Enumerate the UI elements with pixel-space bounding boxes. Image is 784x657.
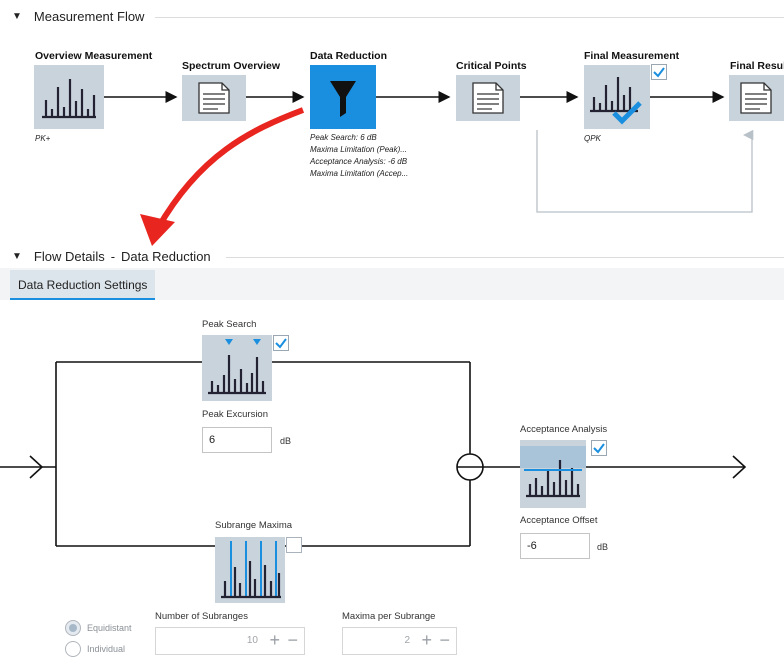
subrange-maxima-label: Subrange Maxima	[215, 520, 293, 531]
checkmark-icon	[593, 443, 605, 454]
acceptance-analysis-tile[interactable]	[520, 440, 586, 508]
radio-button-icon	[65, 620, 81, 636]
flow-details-header[interactable]: ▼ Flow Details - Data Reduction	[12, 249, 211, 264]
node-title-results: Final Results	[730, 60, 784, 72]
document-icon	[198, 82, 230, 114]
spectrum-bars-icon	[42, 79, 96, 119]
radio-equidistant[interactable]: Equidistant	[65, 620, 132, 636]
subrange-maxima-checkbox[interactable]	[286, 537, 302, 553]
overview-measurement-node[interactable]	[34, 65, 104, 129]
peak-search-tile[interactable]	[202, 335, 272, 401]
flow-details-title: Flow Details	[33, 249, 105, 264]
reduction-info-4: Maxima Limitation (Accep...	[310, 169, 409, 178]
final-measurement-node[interactable]	[584, 65, 650, 129]
maxima-per-subrange-stepper[interactable]: 2 + −	[342, 627, 457, 655]
node-title-final: Final Measurement	[584, 50, 680, 62]
flow-connectors	[104, 91, 754, 246]
filter-funnel-icon	[330, 81, 356, 117]
node-title-overview: Overview Measurement	[35, 50, 153, 62]
node-title-critical: Critical Points	[456, 60, 527, 72]
subrange-maxima-icon	[221, 541, 281, 599]
peak-search-checkbox[interactable]	[273, 335, 289, 351]
acceptance-offset-input[interactable]: -6	[520, 533, 590, 559]
peak-excursion-unit: dB	[280, 436, 292, 446]
reduction-info-1: Peak Search: 6 dB	[310, 133, 377, 142]
radio-individual-label: Individual	[87, 644, 126, 654]
collapse-triangle-icon: ▼	[12, 251, 22, 262]
final-measurement-checkbox[interactable]	[651, 64, 667, 80]
flow-details-subject: Data Reduction	[121, 249, 211, 264]
number-of-subranges-label: Number of Subranges	[155, 611, 248, 622]
data-reduction-node[interactable]	[310, 65, 376, 129]
section-divider	[226, 257, 784, 258]
peak-excursion-label: Peak Excursion	[202, 409, 269, 420]
checkmark-icon	[653, 67, 665, 78]
peak-excursion-input[interactable]: 6	[202, 427, 272, 453]
document-icon	[740, 82, 772, 114]
plus-icon[interactable]: +	[421, 630, 432, 651]
plus-icon[interactable]: +	[269, 630, 280, 651]
reduction-info-2: Maxima Limitation (Peak)...	[310, 145, 407, 154]
maxima-per-subrange-label: Maxima per Subrange	[342, 611, 436, 622]
number-of-subranges-value: 10	[246, 635, 258, 646]
node-title-spectrum: Spectrum Overview	[182, 60, 281, 72]
node-title-reduction: Data Reduction	[310, 50, 388, 62]
peak-search-icon	[208, 339, 266, 395]
acceptance-analysis-label: Acceptance Analysis	[520, 424, 608, 435]
radio-equidistant-label: Equidistant	[87, 623, 132, 633]
reduction-info-3: Acceptance Analysis: -6 dB	[310, 157, 408, 166]
subrange-maxima-tile[interactable]	[215, 537, 285, 603]
minus-icon[interactable]: −	[287, 630, 298, 651]
minus-icon[interactable]: −	[439, 630, 450, 651]
acceptance-offset-label: Acceptance Offset	[520, 515, 598, 526]
spectrum-check-icon	[590, 77, 642, 125]
acceptance-analysis-icon	[520, 446, 586, 498]
checkmark-icon	[275, 338, 287, 349]
overview-info: PK+	[35, 134, 51, 143]
final-results-node[interactable]	[729, 75, 784, 121]
critical-points-node[interactable]	[456, 75, 520, 121]
flow-details-separator: -	[110, 249, 116, 264]
number-of-subranges-stepper[interactable]: 10 + −	[155, 627, 305, 655]
document-icon	[472, 82, 504, 114]
acceptance-analysis-checkbox[interactable]	[591, 440, 607, 456]
peak-search-label: Peak Search	[202, 319, 257, 330]
acceptance-offset-unit: dB	[597, 542, 609, 552]
settings-diagram-lines	[0, 361, 747, 547]
final-info: QPK	[584, 134, 601, 143]
maxima-per-subrange-value: 2	[404, 635, 410, 646]
spectrum-overview-node[interactable]	[182, 75, 246, 121]
tab-data-reduction-settings[interactable]: Data Reduction Settings	[10, 270, 156, 300]
